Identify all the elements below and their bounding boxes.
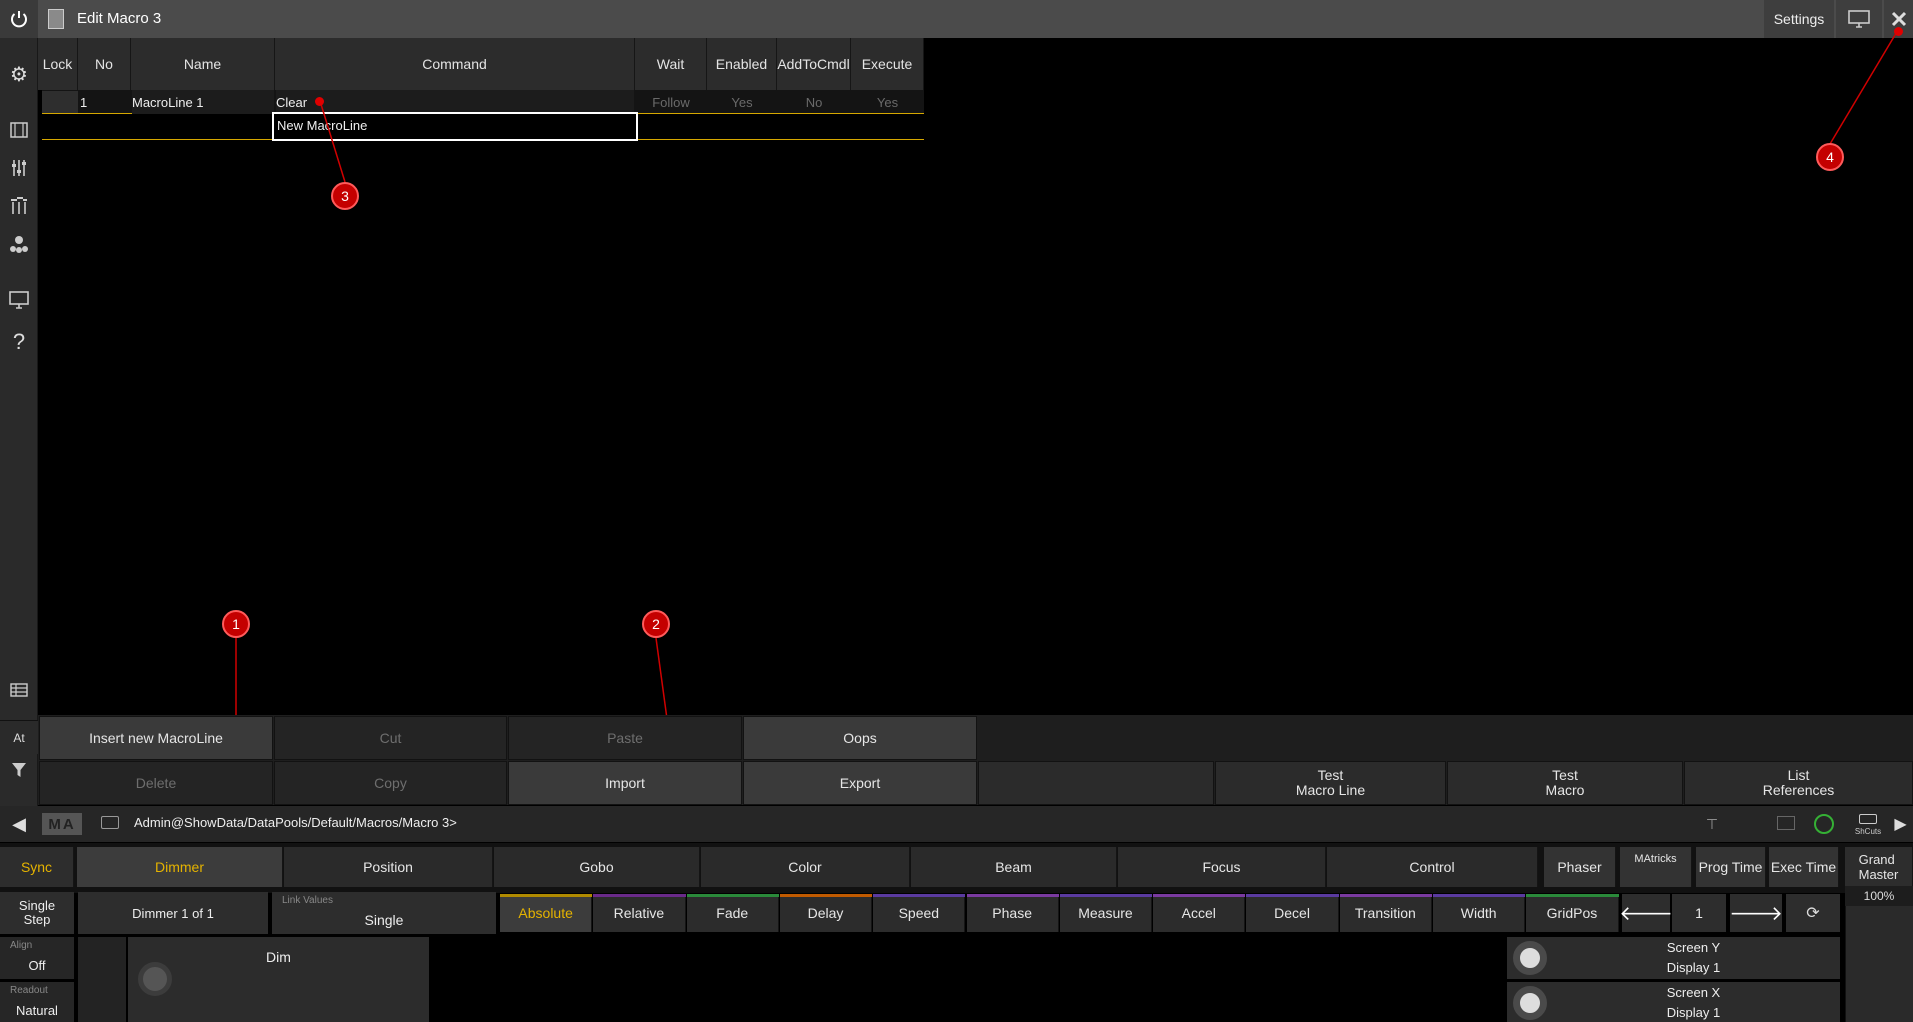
encoder-sub: Display 1	[1666, 960, 1721, 975]
shcuts-label: ShCuts	[1854, 827, 1882, 836]
grand-master-fader[interactable]	[1845, 887, 1913, 1022]
function-color-bar	[779, 894, 873, 897]
tab-color[interactable]: Color	[701, 847, 910, 887]
function-color-bar	[966, 894, 1059, 897]
knob-icon	[1513, 986, 1547, 1020]
function-color-bar	[1153, 894, 1246, 897]
function-color-bar	[1526, 894, 1619, 897]
grand-master-value: 100%	[1845, 886, 1913, 906]
oops-button[interactable]: Oops	[743, 716, 977, 760]
keyboard-icon	[1859, 814, 1877, 824]
marker-4: 4	[1816, 143, 1844, 171]
exec-time-button[interactable]: Exec Time	[1769, 847, 1839, 887]
cut-button[interactable]: Cut	[274, 716, 507, 760]
page-next-button[interactable]: 🡒	[1729, 894, 1783, 932]
list-references-button[interactable]: List References	[1684, 761, 1913, 805]
prog-time-button[interactable]: Prog Time	[1696, 847, 1766, 887]
function-phase-button[interactable]: Phase	[966, 894, 1059, 932]
test-macro-button[interactable]: Test Macro	[1447, 761, 1683, 805]
page-prev-button[interactable]: 🡐	[1619, 894, 1673, 932]
link-values-value: Single	[364, 912, 404, 928]
readout-button[interactable]: Readout Natural	[0, 982, 74, 1022]
shcuts-button[interactable]: ShCuts	[1850, 808, 1886, 842]
message-icon[interactable]	[1777, 816, 1795, 830]
link-values-label: Link Values	[282, 895, 333, 906]
function-measure-button[interactable]: Measure	[1059, 894, 1153, 932]
marker-dot	[315, 97, 324, 106]
phaser-button[interactable]: Phaser	[1544, 847, 1616, 887]
knob-icon	[1513, 941, 1547, 975]
dim-label: Dim	[266, 949, 291, 965]
keyboard-icon[interactable]	[101, 816, 119, 829]
marker-2: 2	[642, 610, 670, 638]
encoder-screen-x[interactable]: Screen X Display 1	[1507, 982, 1840, 1022]
readout-value: Natural	[16, 1003, 58, 1018]
marker-1: 1	[222, 610, 250, 638]
sync-button[interactable]: Sync	[0, 847, 74, 887]
function-gridpos-button[interactable]: GridPos	[1526, 894, 1619, 932]
grand-master-label: Grand Master	[1845, 847, 1913, 887]
function-color-bar	[686, 894, 779, 897]
globe-icon[interactable]	[1814, 814, 1834, 834]
function-width-button[interactable]: Width	[1433, 894, 1526, 932]
tab-beam[interactable]: Beam	[911, 847, 1117, 887]
tab-position[interactable]: Position	[284, 847, 493, 887]
function-decel-button[interactable]: Decel	[1246, 894, 1339, 932]
function-color-bar	[500, 894, 593, 897]
matricks-button[interactable]: MAtricks	[1620, 847, 1692, 887]
function-absolute-button[interactable]: Absolute	[500, 894, 593, 932]
back-arrow-button[interactable]: ◀	[0, 806, 38, 842]
encoder-name: Screen X	[1666, 985, 1721, 1000]
insert-macroline-button[interactable]: Insert new MacroLine	[39, 716, 273, 760]
encoder-name: Screen Y	[1666, 940, 1721, 955]
paste-button[interactable]: Paste	[508, 716, 742, 760]
function-color-bar	[1246, 894, 1339, 897]
encoder-knob-icon	[138, 962, 172, 996]
function-color-bar	[1339, 894, 1432, 897]
tab-control[interactable]: Control	[1327, 847, 1538, 887]
dim-encoder[interactable]: Dim	[128, 937, 429, 1022]
align-value: Off	[28, 958, 46, 973]
function-relative-button[interactable]: Relative	[593, 894, 686, 932]
ma-logo: MA	[42, 813, 82, 835]
function-delay-button[interactable]: Delay	[779, 894, 873, 932]
marker-dot	[1894, 27, 1903, 36]
function-transition-button[interactable]: Transition	[1339, 894, 1432, 932]
encoder-screen-y[interactable]: Screen Y Display 1	[1507, 937, 1840, 979]
function-color-bar	[873, 894, 966, 897]
tab-gobo[interactable]: Gobo	[494, 847, 700, 887]
tab-focus[interactable]: Focus	[1118, 847, 1326, 887]
encoder-link-button[interactable]: ⟳	[1786, 894, 1840, 932]
align-button[interactable]: Align Off	[0, 937, 74, 979]
function-color-bar	[1433, 894, 1526, 897]
delete-button[interactable]: Delete	[39, 761, 273, 805]
import-button[interactable]: Import	[508, 761, 742, 805]
forward-arrow-button[interactable]: ▶	[1888, 806, 1913, 842]
align-label: Align	[10, 940, 33, 951]
function-color-bar	[1059, 894, 1153, 897]
function-speed-button[interactable]: Speed	[873, 894, 966, 932]
page-value[interactable]: 1	[1672, 894, 1726, 932]
encoder-spacer	[78, 937, 126, 1022]
test-macro-line-button[interactable]: Test Macro Line	[1215, 761, 1446, 805]
copy-button[interactable]: Copy	[274, 761, 507, 805]
function-color-bar	[593, 894, 686, 897]
command-line-input[interactable]: Admin@ShowData/DataPools/Default/Macros/…	[134, 815, 1684, 835]
marker-3: 3	[331, 182, 359, 210]
single-step-button[interactable]: Single Step	[0, 892, 74, 934]
function-fade-button[interactable]: Fade	[686, 894, 779, 932]
encoder-sub: Display 1	[1666, 1005, 1721, 1020]
link-values-button[interactable]: Link Values Single	[272, 892, 496, 934]
tab-dimmer[interactable]: Dimmer	[77, 847, 283, 887]
function-accel-button[interactable]: Accel	[1153, 894, 1246, 932]
readout-label: Readout	[10, 985, 48, 996]
dimmer-count-button[interactable]: Dimmer 1 of 1	[78, 892, 268, 934]
blank-action-button[interactable]	[978, 761, 1214, 805]
network-icon[interactable]: ⊤	[1700, 814, 1724, 834]
export-button[interactable]: Export	[743, 761, 977, 805]
